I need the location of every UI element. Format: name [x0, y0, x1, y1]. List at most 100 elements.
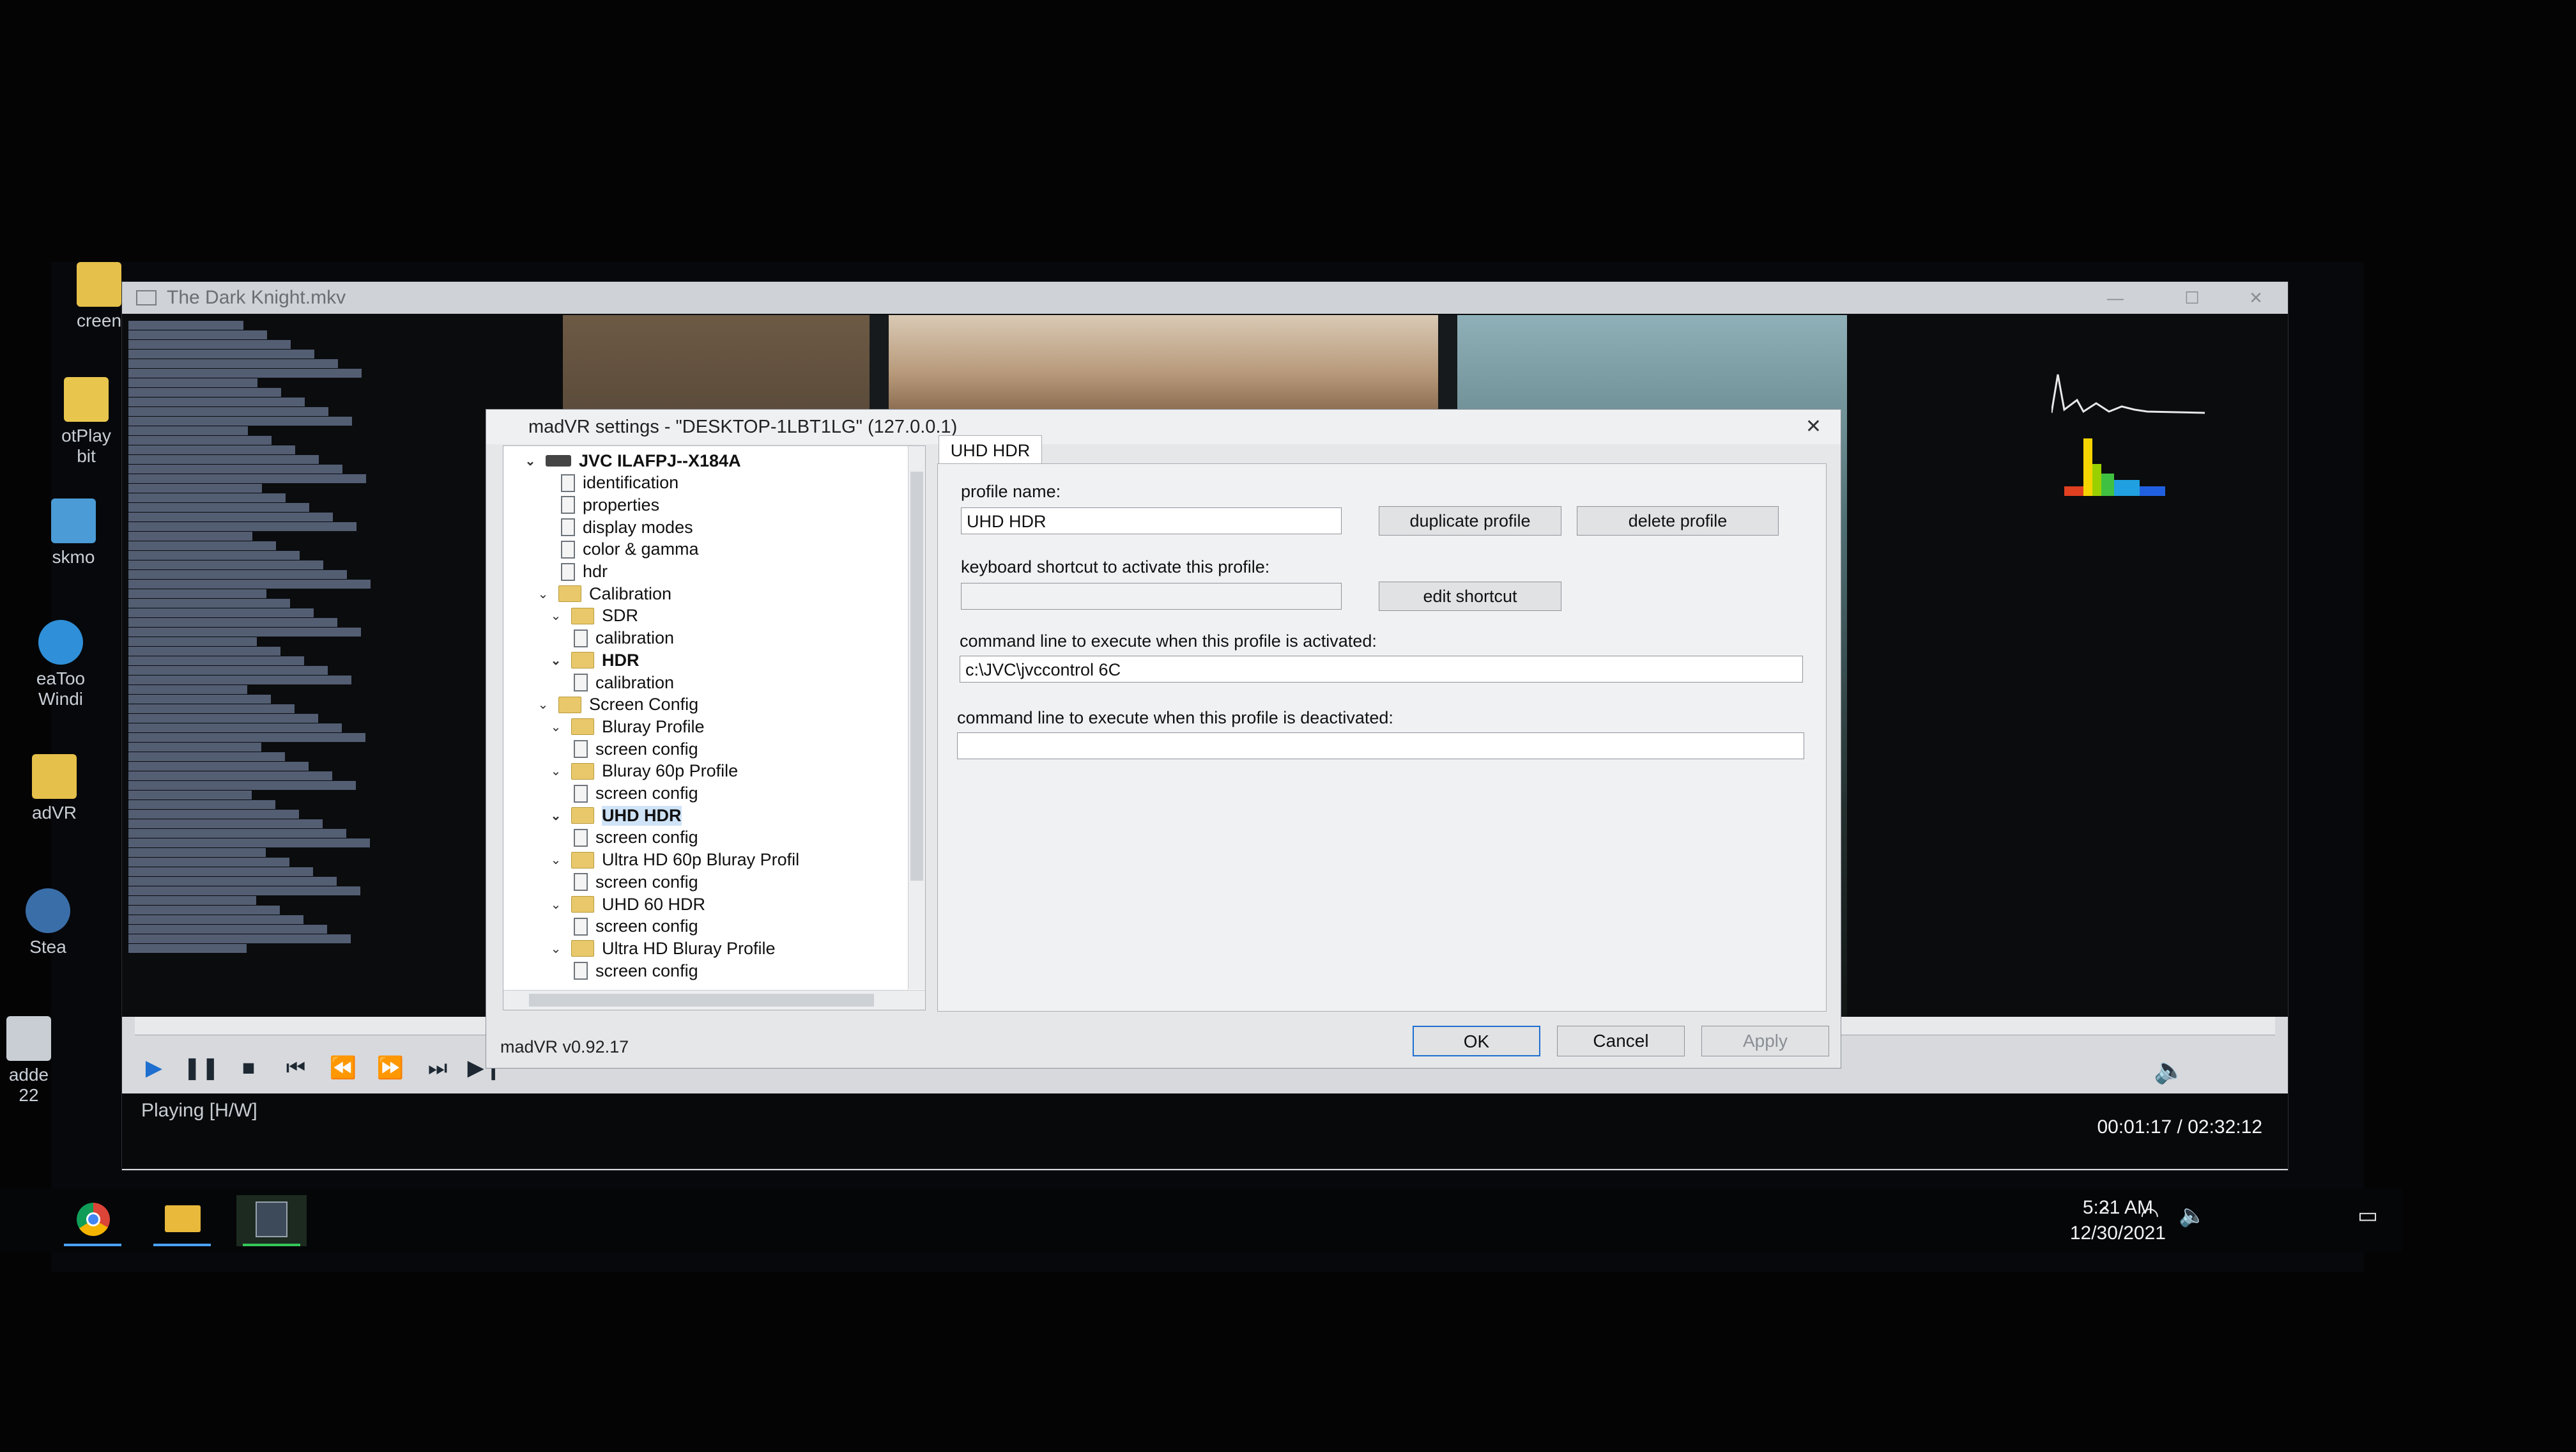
madvr-settings-dialog[interactable]: madVR settings - "DESKTOP-1LBT1LG" (127.…	[486, 409, 1841, 1069]
shortcut-field[interactable]	[961, 583, 1342, 610]
tab-uhd-hdr[interactable]: UHD HDR	[939, 435, 1042, 465]
tree-item[interactable]: screen config	[574, 783, 698, 805]
taskbar-clock[interactable]: 5:21 AM 12/30/2021	[2070, 1195, 2166, 1246]
tree-item-label: UHD 60 HDR	[602, 894, 706, 914]
desktop-icon-5[interactable]: adVR	[6, 754, 102, 823]
chevron-down-icon[interactable]: ⌄	[523, 453, 538, 469]
desktop-icon-3[interactable]: skmo	[26, 498, 121, 568]
apply-button[interactable]: Apply	[1701, 1026, 1829, 1056]
deactivate-command-field[interactable]	[957, 732, 1804, 759]
desktop-icon-label: adde 22	[8, 1065, 49, 1105]
tree-item-label: color & gamma	[583, 539, 699, 559]
profile-panel: profile name: UHD HDR duplicate profile …	[937, 463, 1827, 1012]
app-icon	[64, 377, 109, 422]
tree-item[interactable]: properties	[561, 494, 659, 516]
active-indicator	[64, 1244, 121, 1246]
chevron-down-icon[interactable]: ⌄	[535, 586, 551, 602]
osd-stat-line	[128, 886, 360, 895]
tree-item[interactable]: ⌄ UHD 60 HDR	[548, 893, 705, 915]
tree-vertical-scrollbar[interactable]	[908, 446, 925, 989]
duplicate-profile-button[interactable]: duplicate profile	[1379, 506, 1561, 536]
luma-histogram	[2051, 374, 2205, 414]
rewind-icon[interactable]: ⏪	[324, 1049, 362, 1087]
settings-tree[interactable]: ⌄ JVC ILAFPJ--X184A identification properti…	[503, 445, 926, 1010]
tree-item[interactable]: hdr	[561, 561, 608, 583]
tree-item[interactable]: calibration	[574, 628, 674, 649]
stop-icon[interactable]: ■	[229, 1049, 268, 1087]
close-icon[interactable]: ✕	[1805, 410, 1821, 444]
edit-shortcut-button[interactable]: edit shortcut	[1379, 582, 1561, 611]
tree-item[interactable]: ⌄ Bluray Profile	[548, 716, 705, 738]
activate-command-field[interactable]: c:\JVC\jvccontrol 6C	[960, 656, 1803, 683]
tree-item[interactable]: screen config	[574, 738, 698, 760]
volume-icon[interactable]: 🔈	[2154, 1055, 2186, 1085]
tree-item[interactable]: ⌄ Screen Config	[535, 694, 699, 716]
minimize-icon[interactable]: —	[2096, 282, 2135, 314]
chevron-down-icon[interactable]: ⌄	[548, 653, 564, 668]
tree-item[interactable]: identification	[561, 472, 678, 494]
scrollbar-thumb[interactable]	[529, 994, 874, 1007]
tree-item[interactable]: color & gamma	[561, 539, 699, 560]
tree-item[interactable]: screen config	[574, 827, 698, 849]
pause-icon[interactable]: ❚❚	[182, 1049, 220, 1087]
tree-item-label: Screen Config	[589, 695, 699, 714]
scrollbar-thumb[interactable]	[910, 472, 923, 881]
chevron-down-icon[interactable]: ⌄	[535, 697, 551, 713]
tree-item[interactable]: ⌄ JVC ILAFPJ--X184A	[523, 450, 741, 472]
delete-profile-button[interactable]: delete profile	[1577, 506, 1779, 536]
chevron-down-icon[interactable]: ⌄	[548, 897, 564, 913]
file-explorer-icon	[165, 1205, 201, 1232]
maximize-icon[interactable]: ☐	[2173, 282, 2211, 314]
tree-item[interactable]: ⌄ UHD HDR	[548, 805, 682, 826]
osd-stat-line	[128, 877, 337, 886]
taskbar-chrome[interactable]	[57, 1195, 128, 1246]
ok-button[interactable]: OK	[1413, 1026, 1540, 1056]
tree-item[interactable]: calibration	[574, 672, 674, 693]
osd-stat-line	[128, 398, 305, 406]
osd-stat-line	[128, 858, 289, 867]
close-icon[interactable]: ✕	[2237, 282, 2275, 314]
tree-item[interactable]: ⌄ Ultra HD 60p Bluray Profil	[548, 849, 800, 871]
next-icon[interactable]: ⏭	[418, 1049, 457, 1087]
tree-item[interactable]: screen config	[574, 916, 698, 938]
chevron-down-icon[interactable]: ⌄	[548, 763, 564, 779]
player-titlebar[interactable]: The Dark Knight.mkv — ☐ ✕	[122, 282, 2288, 314]
taskbar: ⌃ ◠ 🔈 5:21 AM 12/30/2021 ▭	[0, 1189, 2402, 1253]
tree-item[interactable]: display modes	[561, 516, 693, 538]
tree-horizontal-scrollbar[interactable]	[503, 990, 925, 1010]
notifications-icon[interactable]: ▭	[2358, 1203, 2378, 1228]
tree-item[interactable]: ⌄ Bluray 60p Profile	[548, 761, 739, 782]
previous-icon[interactable]: ⏮	[277, 1049, 315, 1087]
tree-item[interactable]: ⌄ Ultra HD Bluray Profile	[548, 938, 776, 959]
desktop-icon-7[interactable]: adde 22	[0, 1016, 77, 1106]
osd-stat-line	[128, 532, 252, 541]
chevron-down-icon[interactable]: ⌄	[548, 852, 564, 868]
chevron-down-icon[interactable]: ⌄	[548, 941, 564, 957]
tree-item-label: UHD HDR	[602, 805, 682, 826]
desktop-icon-4[interactable]: eaToo Windi	[13, 620, 109, 709]
tree-item[interactable]: ⌄ Calibration	[535, 583, 671, 605]
taskbar-media-player[interactable]	[236, 1195, 307, 1246]
desktop-icon-2[interactable]: otPlay bit	[38, 377, 134, 467]
play-icon[interactable]: ▶	[135, 1049, 173, 1087]
desktop-icon-6[interactable]: Stea	[0, 888, 96, 957]
chevron-down-icon[interactable]: ⌄	[548, 719, 564, 735]
cancel-button[interactable]: Cancel	[1557, 1026, 1685, 1056]
chevron-down-icon[interactable]: ⌄	[548, 608, 564, 624]
tree-item[interactable]: screen config	[574, 871, 698, 893]
tree-item[interactable]: ⌄ SDR	[548, 605, 638, 627]
tree-item[interactable]: screen config	[574, 960, 698, 982]
profile-name-field[interactable]: UHD HDR	[961, 507, 1342, 534]
settings-page-icon	[574, 962, 588, 980]
dialog-titlebar[interactable]: madVR settings - "DESKTOP-1LBT1LG" (127.…	[486, 410, 1841, 444]
taskbar-file-explorer[interactable]	[147, 1195, 217, 1246]
folder-icon	[571, 652, 594, 669]
desktop-icon-label: Stea	[29, 937, 66, 957]
fast-forward-icon[interactable]: ⏩	[371, 1049, 410, 1087]
chevron-down-icon[interactable]: ⌄	[548, 808, 564, 824]
volume-icon[interactable]: 🔈	[2179, 1203, 2205, 1228]
tree-item[interactable]: ⌄ HDR	[548, 649, 640, 671]
shortcut-label: keyboard shortcut to activate this profi…	[961, 557, 1270, 576]
madvr-osd-stats	[128, 320, 486, 1023]
osd-stat-line	[128, 915, 303, 924]
